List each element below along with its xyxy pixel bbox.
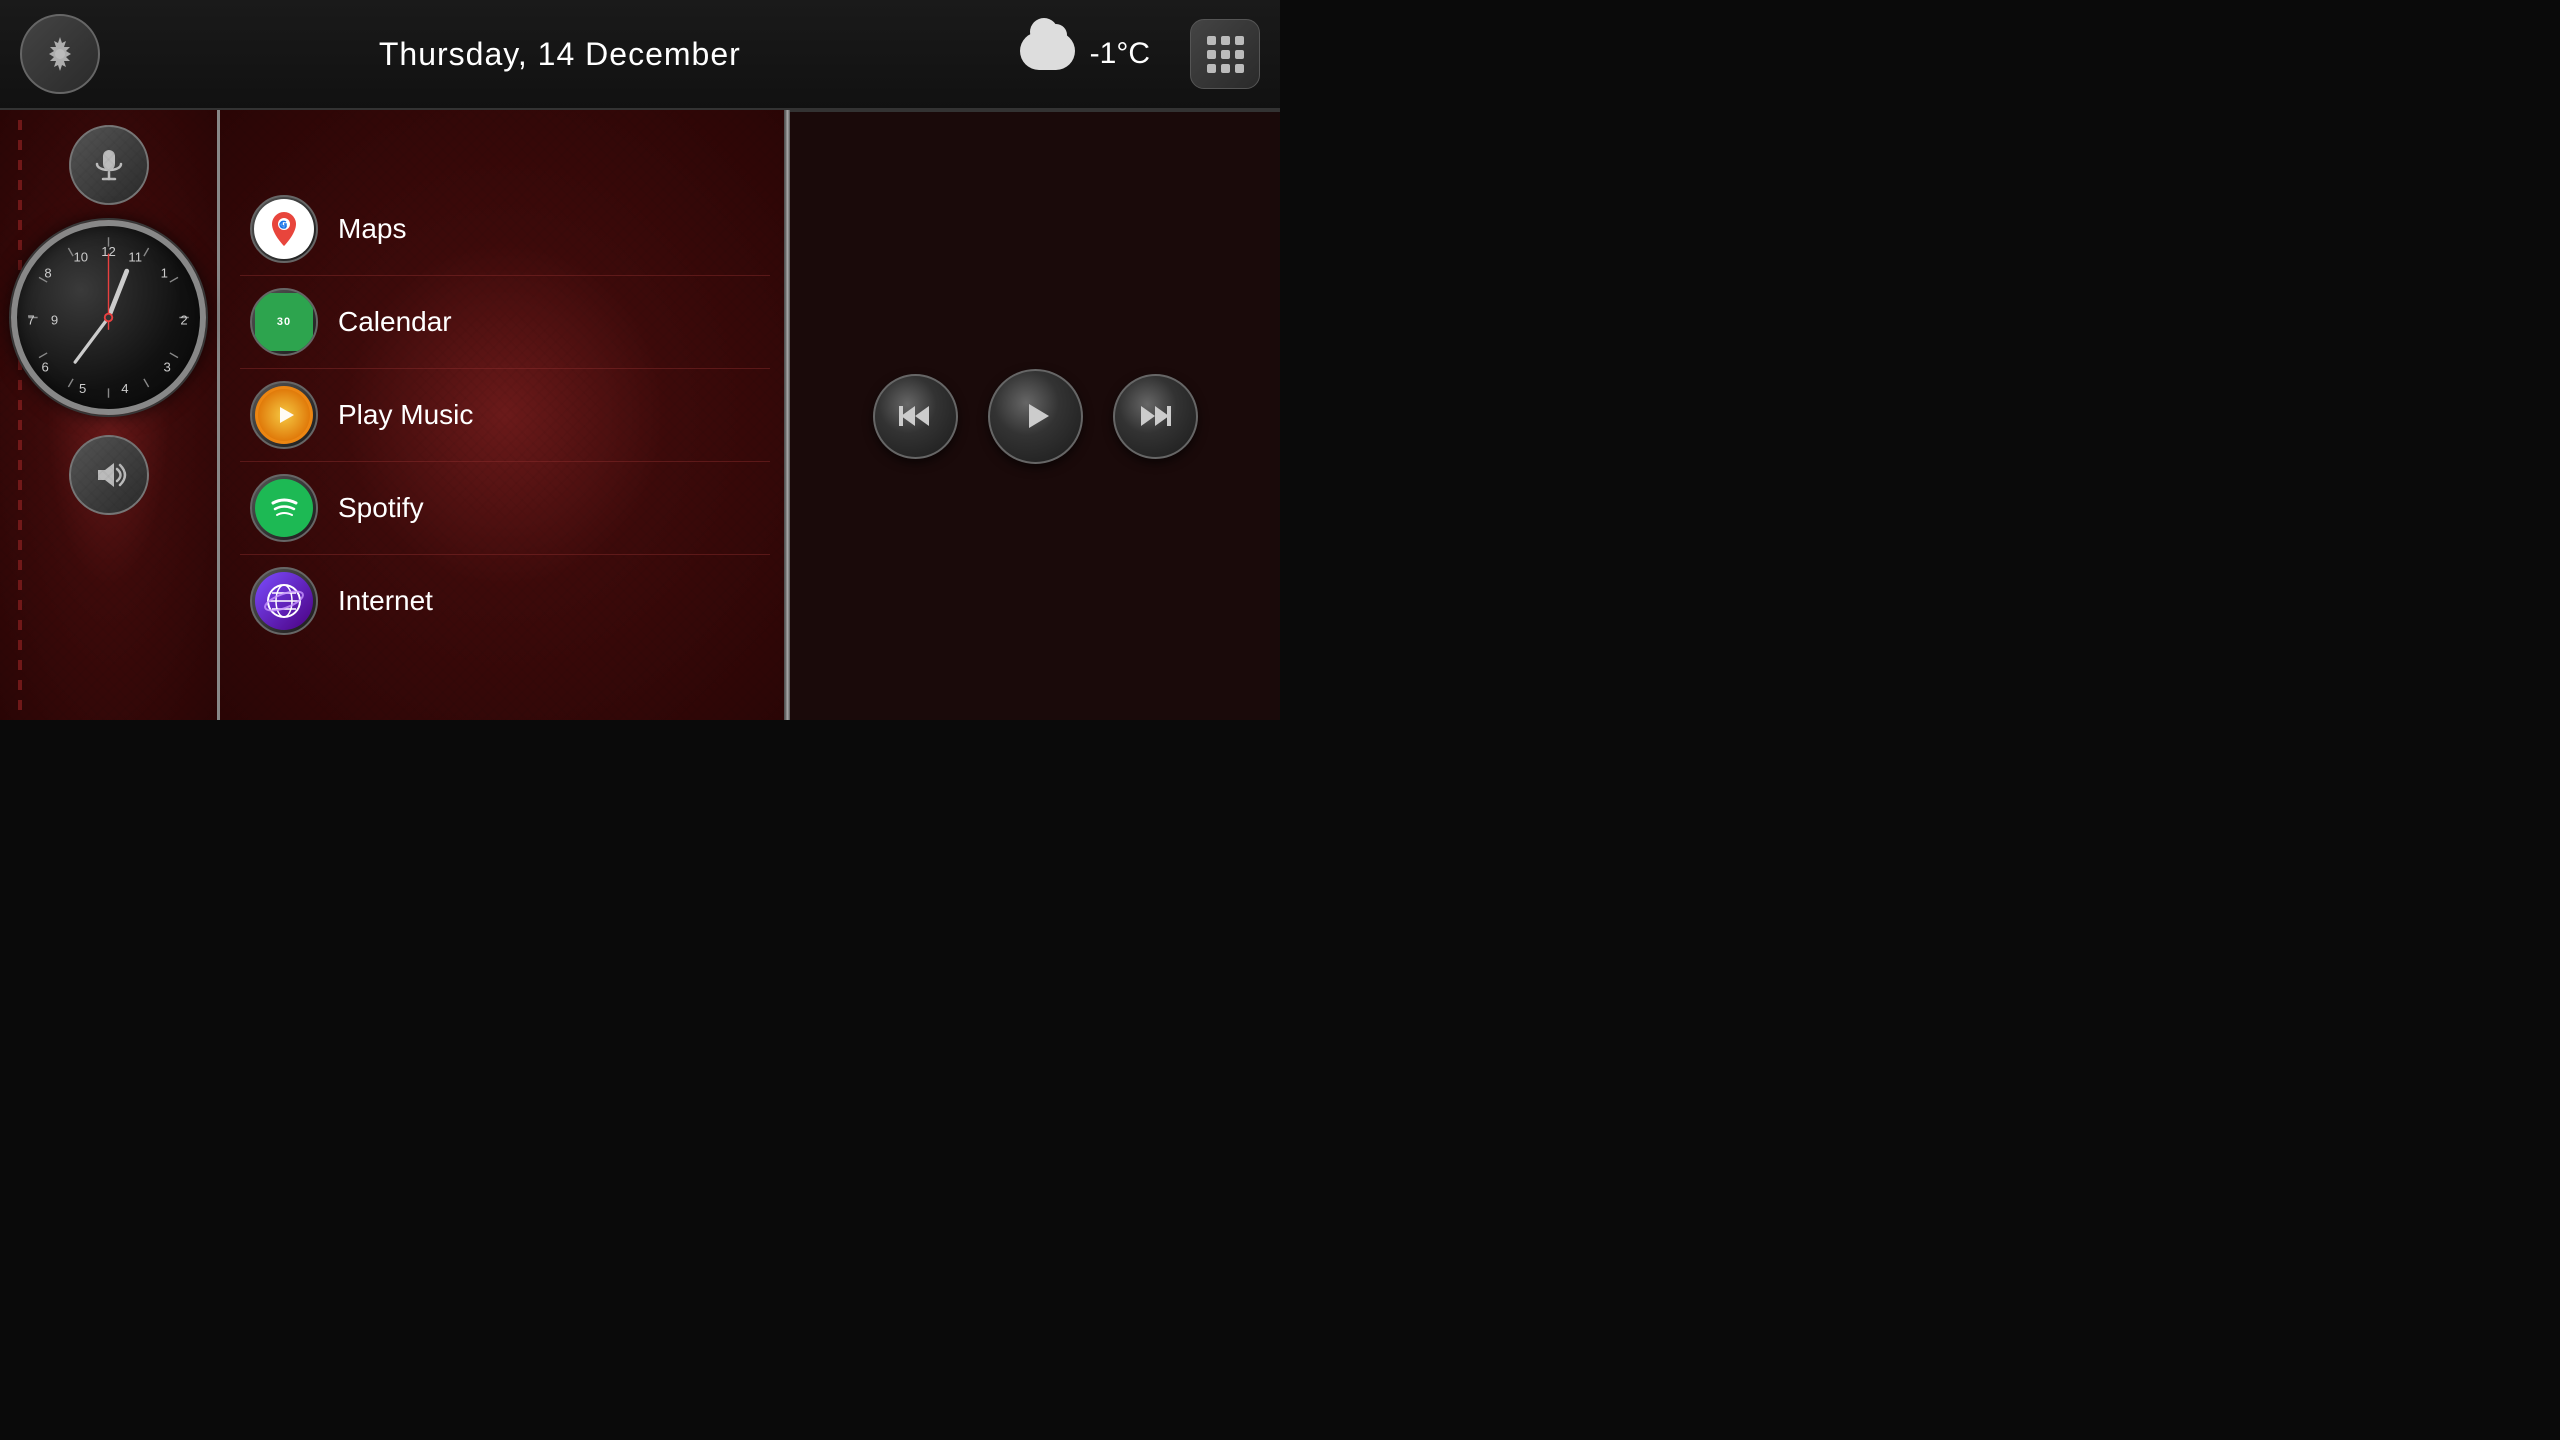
right-panel: BRAND X MUSIC TERROR LAB (790, 110, 1280, 720)
app-grid-button[interactable] (1190, 19, 1260, 89)
internet-icon (255, 572, 313, 630)
play-button[interactable] (988, 369, 1083, 464)
menu-item-spotify[interactable]: Spotify (240, 462, 770, 555)
calendar-icon: 30 (255, 293, 313, 351)
left-panel: 12 1 2 3 4 5 6 7 8 9 10 11 (0, 110, 220, 720)
internet-label: Internet (338, 585, 433, 617)
svg-text:5: 5 (79, 381, 86, 396)
maps-icon-container (250, 195, 318, 263)
media-controls (790, 110, 1280, 720)
svg-text:1: 1 (161, 266, 168, 281)
svg-text:11: 11 (128, 250, 142, 265)
play-music-icon-container (250, 381, 318, 449)
fast-forward-button[interactable] (1113, 374, 1198, 459)
weather-icon (1020, 32, 1080, 77)
svg-text:8: 8 (44, 266, 51, 281)
play-music-label: Play Music (338, 399, 473, 431)
svg-text:4: 4 (121, 381, 128, 396)
maps-label: Maps (338, 213, 406, 245)
main-area: 12 1 2 3 4 5 6 7 8 9 10 11 (0, 110, 1280, 720)
svg-text:6: 6 (41, 359, 48, 374)
svg-text:10: 10 (74, 250, 89, 265)
play-music-icon (255, 386, 313, 444)
menu-item-calendar[interactable]: 30 Calendar (240, 276, 770, 369)
date-display: Thursday, 14 December (100, 36, 1020, 73)
svg-text:3: 3 (163, 359, 170, 374)
rewind-button[interactable] (873, 374, 958, 459)
menu-item-maps[interactable]: Maps (240, 183, 770, 276)
stitch-line (18, 110, 22, 720)
top-bar: Thursday, 14 December -1°C (0, 0, 1280, 110)
settings-button[interactable] (20, 14, 100, 94)
grid-icon (1207, 36, 1243, 73)
svg-text:7: 7 (27, 313, 34, 328)
volume-button[interactable] (69, 435, 149, 515)
spotify-icon-container (250, 474, 318, 542)
calendar-icon-container: 30 (250, 288, 318, 356)
maps-icon (254, 199, 314, 259)
weather-display: -1°C (1020, 32, 1150, 77)
mic-button[interactable] (69, 125, 149, 205)
spotify-label: Spotify (338, 492, 424, 524)
internet-icon-container (250, 567, 318, 635)
calendar-label: Calendar (338, 306, 452, 338)
svg-text:2: 2 (180, 313, 187, 328)
menu-item-play-music[interactable]: Play Music (240, 369, 770, 462)
menu-item-internet[interactable]: Internet (240, 555, 770, 647)
spotify-icon (255, 479, 313, 537)
clock-face: 12 1 2 3 4 5 6 7 8 9 10 11 (11, 220, 206, 415)
svg-text:9: 9 (51, 313, 58, 328)
center-panel: Maps 30 Calendar (220, 110, 790, 720)
temperature-text: -1°C (1090, 37, 1150, 71)
analog-clock: 12 1 2 3 4 5 6 7 8 9 10 11 (11, 220, 206, 415)
